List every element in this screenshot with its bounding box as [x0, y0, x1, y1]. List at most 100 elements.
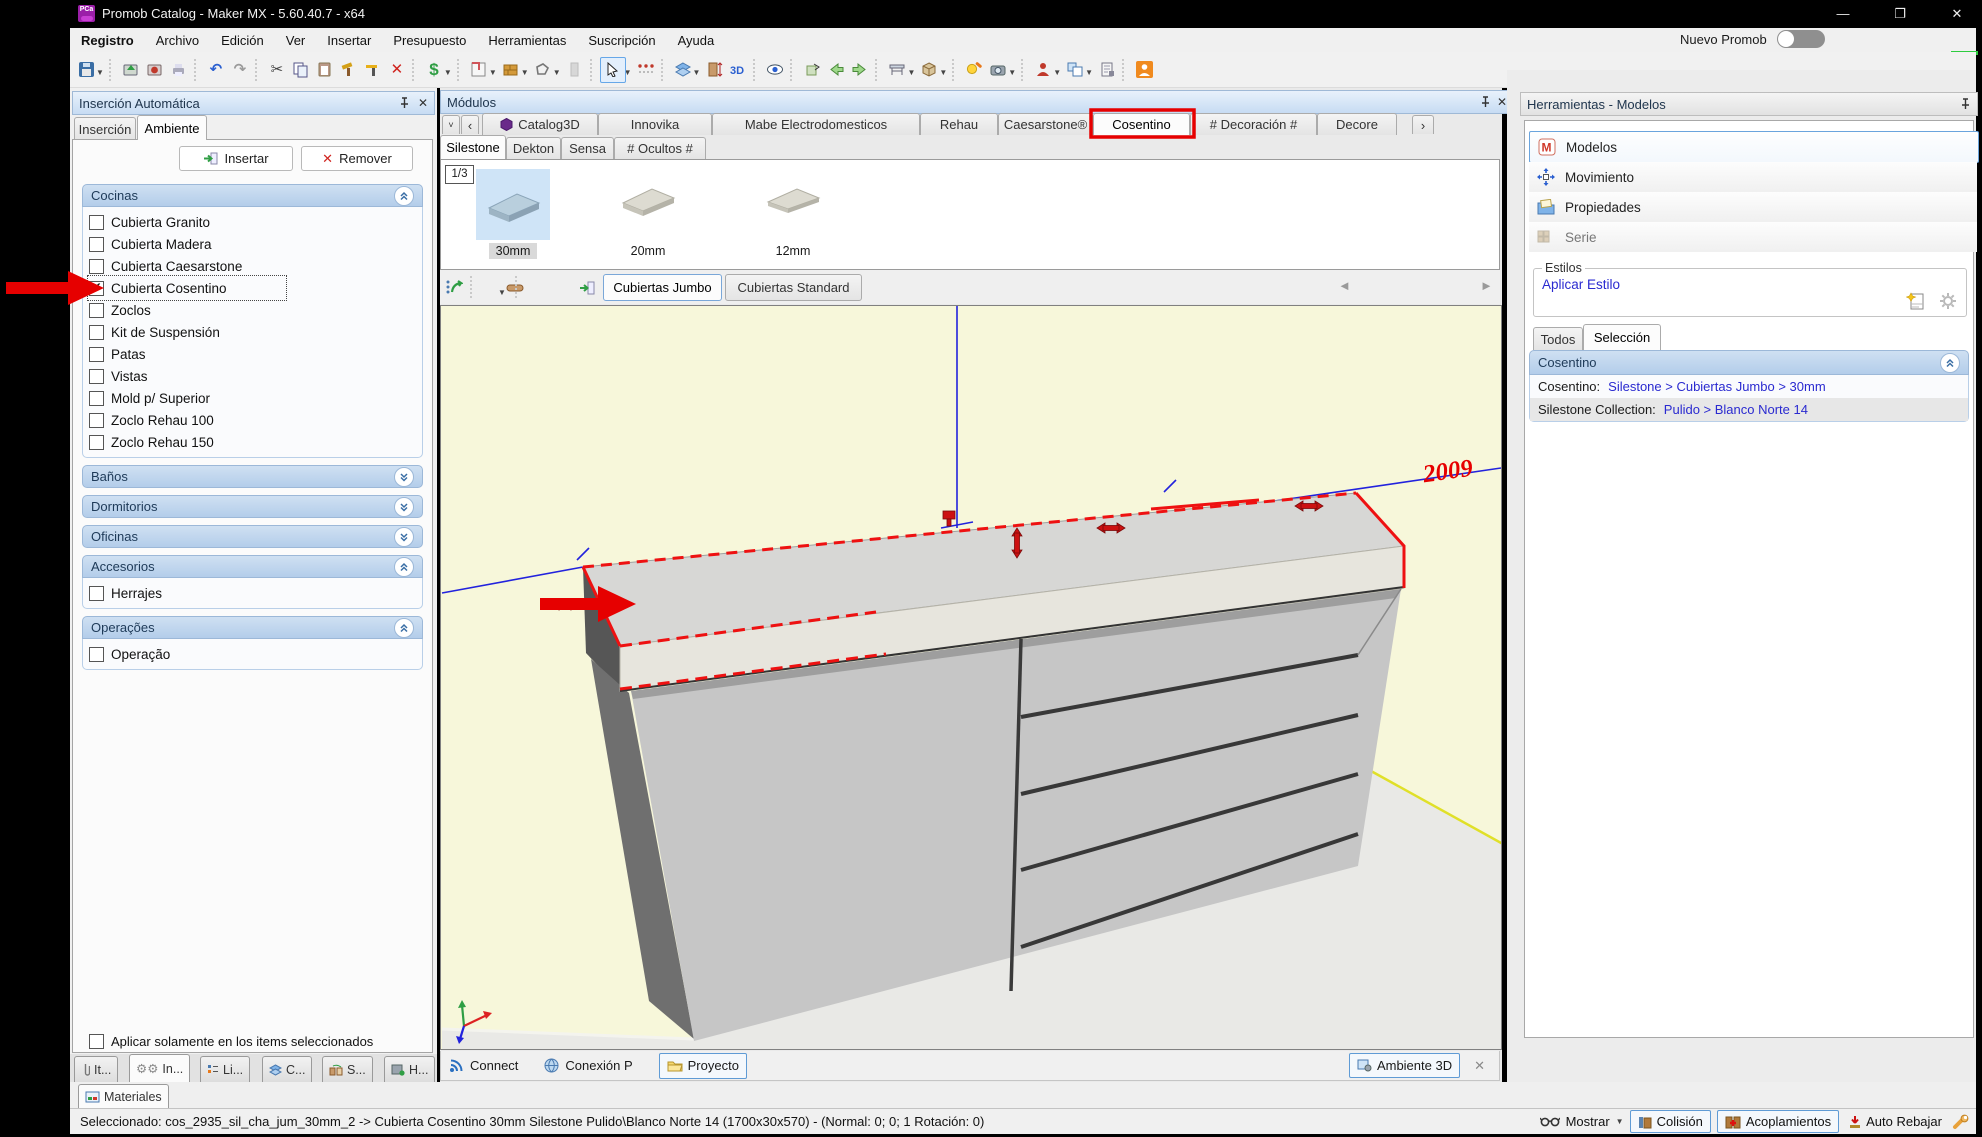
tab-ambiente[interactable]: Ambiente: [137, 115, 207, 140]
group-accesorios-header[interactable]: Accesorios: [82, 555, 423, 578]
report-sheet-icon[interactable]: [1095, 58, 1119, 82]
style-row-cosentino[interactable]: Cosentino: Silestone > Cubiertas Jumbo >…: [1530, 375, 1968, 398]
mostrar-caret[interactable]: ▼: [1616, 1117, 1624, 1126]
nav-serie[interactable]: Serie: [1529, 222, 1977, 252]
close-button[interactable]: ✕: [1934, 0, 1980, 28]
cut-icon[interactable]: ✂: [265, 58, 289, 82]
list-item[interactable]: Zoclo Rehau 100: [89, 409, 422, 431]
tab-listado[interactable]: Li...: [200, 1056, 250, 1082]
profile-icon[interactable]: [1132, 58, 1156, 82]
list-item-cubierta-cosentino[interactable]: Cubierta Cosentino: [89, 277, 285, 299]
expand-icon[interactable]: [394, 497, 414, 517]
tab-insercion-automatica[interactable]: ⚙⚙In...: [129, 1054, 190, 1082]
brand-tab-dekton[interactable]: Dekton: [506, 137, 561, 159]
walk-forward-icon[interactable]: [848, 58, 872, 82]
catalog-tab-mabe[interactable]: Mabe Electrodomesticos: [712, 113, 920, 135]
publish-icon[interactable]: [119, 58, 143, 82]
list-item[interactable]: Patas: [89, 343, 422, 365]
tab-capas[interactable]: C...: [262, 1056, 312, 1082]
group-cocinas-header[interactable]: Cocinas: [82, 184, 423, 207]
catalog-tab-rehau[interactable]: Rehau: [920, 113, 998, 135]
catalog-list-dropdown[interactable]: ˅: [442, 115, 460, 134]
thumbnail-20mm[interactable]: [617, 174, 679, 226]
menu-registro[interactable]: Registro: [70, 30, 145, 51]
checkbox-checked[interactable]: [89, 281, 104, 296]
thumbnail-label[interactable]: 20mm: [624, 243, 672, 259]
list-item[interactable]: Cubierta Caesarstone: [89, 255, 422, 277]
checkbox[interactable]: [89, 237, 104, 252]
nuevo-promob-toggle[interactable]: [1777, 30, 1825, 48]
catalog-scroll-right[interactable]: ›: [1412, 115, 1434, 134]
catalog-scroll-left[interactable]: ‹: [461, 115, 479, 134]
checkbox[interactable]: [89, 647, 104, 662]
checkbox[interactable]: [89, 259, 104, 274]
tab-items[interactable]: It...: [74, 1056, 118, 1082]
go-to-module-icon[interactable]: [575, 276, 599, 300]
list-item[interactable]: Zoclos: [89, 299, 422, 321]
cosentino-group-header[interactable]: Cosentino: [1529, 350, 1969, 375]
auto-rebajar-button[interactable]: Auto Rebajar: [1845, 1114, 1946, 1129]
remove-top-button[interactable]: ✕Remover: [301, 146, 413, 171]
pin-icon[interactable]: [1480, 96, 1491, 108]
catalog-tab-catalog3d[interactable]: Catalog3D: [482, 113, 598, 135]
menu-edicion[interactable]: Edición: [210, 30, 275, 51]
list-item[interactable]: Zoclo Rehau 150: [89, 431, 422, 453]
new-style-icon[interactable]: [1906, 291, 1926, 311]
checkbox[interactable]: [89, 303, 104, 318]
mostrar-dropdown[interactable]: Mostrar: [1566, 1114, 1610, 1129]
close-view-icon[interactable]: ✕: [1474, 1058, 1485, 1074]
list-item[interactable]: Operação: [89, 643, 422, 665]
list-item[interactable]: Kit de Suspensión: [89, 321, 422, 343]
expand-icon[interactable]: [394, 467, 414, 487]
pin-icon[interactable]: [1960, 98, 1971, 110]
collapse-icon[interactable]: [1940, 353, 1960, 373]
view-3d-icon[interactable]: 3D: [726, 58, 750, 82]
door-height-icon[interactable]: [702, 58, 726, 82]
thumbnail-label[interactable]: 30mm: [489, 243, 537, 259]
checkbox[interactable]: [89, 391, 104, 406]
wall-icon[interactable]: [499, 58, 523, 82]
group-dormitorios-header[interactable]: Dormitorios: [82, 495, 423, 518]
tool-trowel-icon[interactable]: [361, 58, 385, 82]
panel-close-icon[interactable]: ✕: [1497, 96, 1507, 108]
module-move-icon[interactable]: [800, 58, 824, 82]
list-item[interactable]: Cubierta Madera: [89, 233, 422, 255]
catalog-tab-caesarstone[interactable]: Caesarstone®: [998, 113, 1093, 135]
catalog-tab-decoracion[interactable]: # Decoración #: [1190, 113, 1317, 135]
style-row-value-link[interactable]: Pulido > Blanco Norte 14: [1664, 402, 1808, 417]
collapse-icon[interactable]: [394, 186, 414, 206]
checkbox[interactable]: [89, 586, 104, 601]
apply-only-checkbox[interactable]: [89, 1034, 104, 1049]
aplicar-estilo-link[interactable]: Aplicar Estilo: [1542, 277, 1620, 292]
category-tab-cubiertas-jumbo[interactable]: Cubiertas Jumbo: [603, 274, 722, 301]
menu-suscripcion[interactable]: Suscripción: [577, 30, 666, 51]
paste-icon[interactable]: [313, 58, 337, 82]
panel-close-icon[interactable]: ✕: [418, 97, 428, 109]
render-light-icon[interactable]: [962, 58, 986, 82]
proyecto-tab[interactable]: Proyecto: [659, 1053, 747, 1079]
delete-icon[interactable]: ✕: [385, 58, 409, 82]
copy-icon[interactable]: [289, 58, 313, 82]
insert-top-button[interactable]: Insertar: [179, 146, 293, 171]
menu-insertar[interactable]: Insertar: [316, 30, 382, 51]
group-banos-header[interactable]: Baños: [82, 465, 423, 488]
print-icon[interactable]: [167, 58, 191, 82]
checkbox[interactable]: [89, 325, 104, 340]
tab-herramientas[interactable]: H...: [384, 1056, 435, 1082]
brand-tab-sensa[interactable]: Sensa: [561, 137, 614, 159]
catalog-tab-decore[interactable]: Decore: [1317, 113, 1397, 135]
measure-icon[interactable]: [634, 58, 658, 82]
thumbnail-30mm-selected[interactable]: [476, 169, 550, 240]
conexion-p-tab[interactable]: Conexión P: [544, 1058, 632, 1073]
expand-icon[interactable]: [394, 527, 414, 547]
connect-tab[interactable]: Connect: [449, 1058, 518, 1073]
shape-icon[interactable]: [531, 58, 555, 82]
materiales-tab[interactable]: Materiales: [78, 1084, 169, 1108]
catalog-tab-cosentino[interactable]: Cosentino: [1093, 113, 1190, 135]
room-icon[interactable]: [467, 58, 491, 82]
walk-back-icon[interactable]: [824, 58, 848, 82]
menu-archivo[interactable]: Archivo: [145, 30, 210, 51]
tab-sustituir[interactable]: S...: [322, 1056, 373, 1082]
styles-tab-todos[interactable]: Todos: [1533, 327, 1583, 350]
undo-icon[interactable]: ↶: [204, 58, 228, 82]
